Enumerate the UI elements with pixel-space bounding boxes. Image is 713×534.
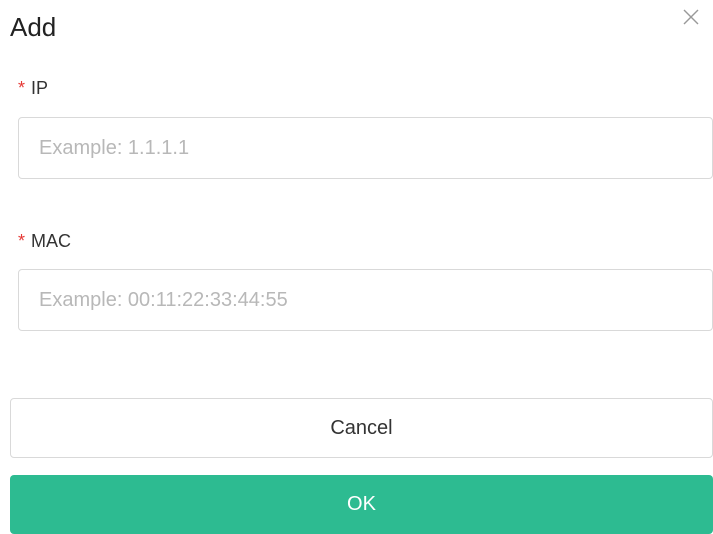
mac-label-text: MAC bbox=[31, 231, 72, 251]
close-button[interactable] bbox=[680, 6, 702, 28]
mac-field-label: * MAC bbox=[18, 230, 71, 252]
mac-input[interactable] bbox=[18, 269, 713, 331]
ok-button[interactable]: OK bbox=[10, 475, 713, 534]
required-mark: * bbox=[18, 78, 26, 98]
dialog-title: Add bbox=[10, 12, 57, 42]
required-mark: * bbox=[18, 231, 26, 251]
ip-input[interactable] bbox=[18, 117, 713, 179]
ip-field-label: * IP bbox=[18, 77, 48, 99]
ip-label-text: IP bbox=[31, 78, 49, 98]
cancel-button[interactable]: Cancel bbox=[10, 398, 713, 458]
close-icon bbox=[683, 9, 699, 25]
